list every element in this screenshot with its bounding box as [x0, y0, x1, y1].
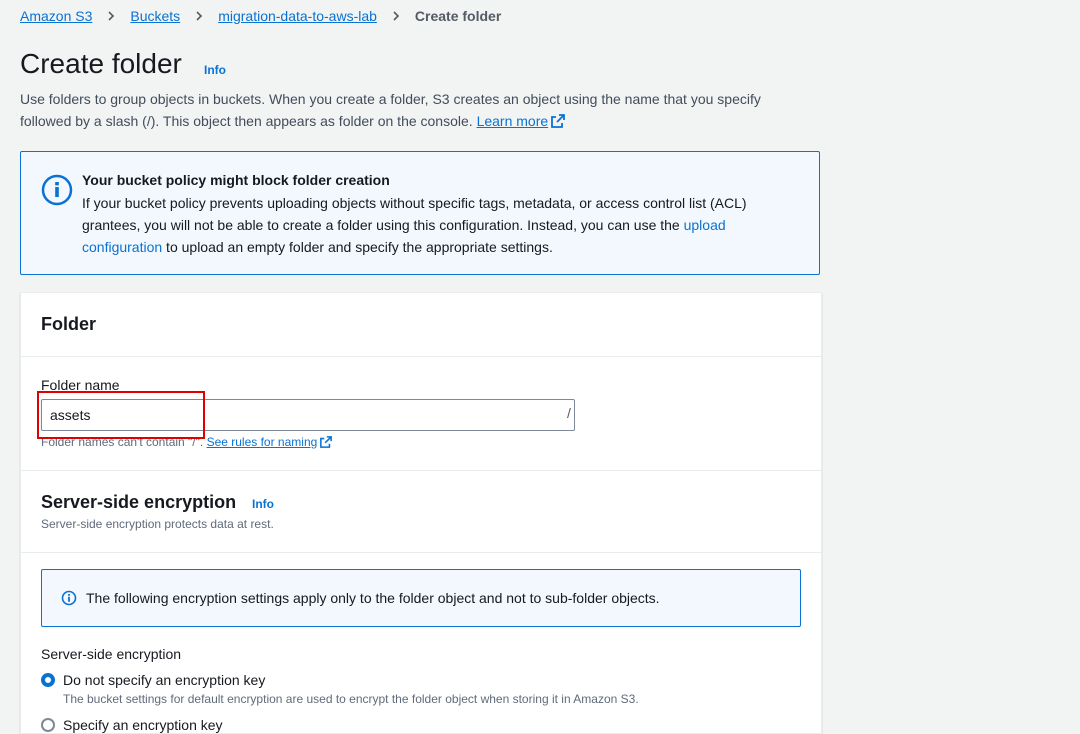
section-divider — [21, 552, 821, 553]
folder-name-input[interactable] — [41, 399, 575, 431]
bucket-policy-alert: Your bucket policy might block folder cr… — [20, 151, 820, 275]
sse-heading: Server-side encryption — [41, 492, 237, 512]
page-description: Use folders to group objects in buckets.… — [20, 88, 800, 132]
encryption-notice: The following encryption settings apply … — [41, 569, 801, 627]
alert-title: Your bucket policy might block folder cr… — [82, 172, 390, 188]
page-description-text: Use folders to group objects in buckets.… — [20, 91, 761, 129]
folder-section-header: Folder — [21, 293, 821, 357]
external-link-icon — [551, 114, 566, 128]
alert-body-text-end: to upload an empty folder and specify th… — [162, 239, 553, 255]
section-divider — [21, 470, 821, 471]
info-circle-icon — [41, 174, 73, 206]
folder-heading: Folder — [41, 314, 97, 334]
alert-body: If your bucket policy prevents uploading… — [82, 192, 782, 258]
radio-no-encryption-key[interactable] — [41, 673, 55, 687]
radio-specify-encryption-key[interactable] — [41, 718, 55, 732]
page-title: Create folder — [20, 48, 182, 79]
folder-name-hint-text: Folder names can't contain "/". — [41, 435, 207, 449]
breadcrumb-amazon-s3[interactable]: Amazon S3 — [20, 8, 92, 24]
sse-field-label: Server-side encryption — [41, 646, 182, 662]
breadcrumb-buckets[interactable]: Buckets — [130, 8, 180, 24]
naming-rules-link[interactable]: See rules for naming — [207, 435, 333, 449]
naming-rules-label: See rules for naming — [206, 435, 318, 449]
learn-more-link[interactable]: Learn more — [477, 113, 566, 129]
radio-specify-encryption-key-label[interactable]: Specify an encryption key — [63, 717, 223, 733]
breadcrumb-current: Create folder — [414, 8, 502, 24]
encryption-notice-text: The following encryption settings apply … — [86, 590, 660, 606]
folder-name-hint: Folder names can't contain "/". See rule… — [41, 435, 333, 449]
chevron-right-icon — [108, 11, 115, 21]
folder-name-label: Folder name — [41, 377, 120, 393]
external-link-icon — [320, 436, 333, 448]
radio-no-encryption-key-description: The bucket settings for default encrypti… — [63, 692, 639, 706]
alert-body-text: If your bucket policy prevents uploading… — [82, 195, 747, 233]
breadcrumb-bucket-name[interactable]: migration-data-to-aws-lab — [218, 8, 377, 24]
learn-more-label: Learn more — [476, 113, 549, 129]
radio-no-encryption-key-label[interactable]: Do not specify an encryption key — [63, 672, 265, 688]
folder-name-suffix: / — [567, 405, 571, 421]
title-info-link[interactable]: Info — [204, 63, 226, 77]
chevron-right-icon — [196, 11, 203, 21]
sse-description: Server-side encryption protects data at … — [41, 517, 274, 531]
sse-info-link[interactable]: Info — [252, 497, 274, 511]
chevron-right-icon — [393, 11, 400, 21]
create-folder-form: Folder Folder name / Folder names can't … — [20, 292, 822, 734]
breadcrumb: Amazon S3 Buckets migration-data-to-aws-… — [20, 8, 501, 24]
info-circle-icon — [61, 590, 77, 606]
